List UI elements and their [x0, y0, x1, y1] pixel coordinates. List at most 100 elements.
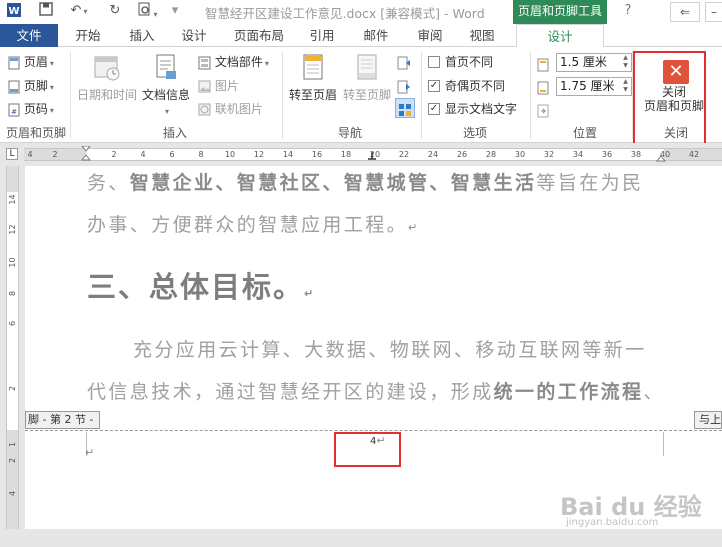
goto-header-button[interactable]: 转至页眉 — [286, 53, 340, 103]
group-label-insert: 插入 — [162, 126, 187, 140]
tab-review[interactable]: 审阅 — [408, 24, 452, 47]
tab-mailings[interactable]: 邮件 — [354, 24, 398, 47]
context-tab-group-label: 页眉和页脚工具 — [513, 0, 607, 24]
insert-alignment-tab-icon[interactable] — [536, 100, 550, 120]
vruler-tick: 6 — [8, 320, 17, 327]
baidu-watermark-url: jingyan.baidu.com — [566, 517, 659, 528]
ruler-tick: 28 — [485, 150, 497, 159]
redo-icon[interactable]: ↻ — [105, 2, 125, 20]
qa-customize-icon[interactable]: ▾ — [168, 2, 182, 20]
document-info-icon — [156, 54, 176, 79]
tab-insert[interactable]: 插入 — [120, 24, 164, 47]
spinner-arrows-icon[interactable]: ▲ ▼ — [621, 78, 630, 95]
tab-header-footer-design[interactable]: 设计 — [516, 24, 604, 48]
vertical-ruler[interactable]: 14 12 10 8 6 2 1 2 4 — [6, 166, 19, 547]
ruler-tick: 10 — [224, 150, 236, 159]
header-position-input[interactable]: 1.5 厘米 ▲ ▼ — [556, 53, 632, 72]
center-tab-icon[interactable] — [368, 152, 376, 160]
document-title: 智慧经开区建设工作意见.docx [兼容模式] - Word — [205, 6, 485, 21]
tab-selector[interactable]: L — [6, 148, 18, 160]
body-line-1: 务、智慧企业、智慧社区、智慧城管、智慧生活等旨在为民 — [87, 172, 644, 194]
previous-section-icon[interactable] — [397, 52, 411, 72]
quick-parts-icon — [198, 56, 211, 69]
ruler-tick: 4 — [140, 150, 146, 159]
goto-footer-button[interactable]: 转至页脚 — [340, 53, 394, 103]
footer-icon — [8, 80, 20, 93]
first-page-different-checkbox[interactable]: 首页不同 — [428, 52, 493, 72]
odd-even-different-checkbox[interactable]: ✓ 奇偶页不同 — [428, 76, 505, 96]
tab-design-doc[interactable]: 设计 — [172, 24, 216, 47]
document-page[interactable]: 务、智慧企业、智慧社区、智慧城管、智慧生活等旨在为民 办事、方便群众的智慧应用工… — [25, 166, 722, 529]
picture-icon — [198, 80, 211, 93]
spinner-arrows-icon[interactable]: ▲ ▼ — [621, 54, 630, 71]
ruler-tick: 18 — [340, 150, 352, 159]
ruler-tick: 34 — [572, 150, 584, 159]
title-bar: W ↶ ▾ ↻ ▾ ▾ 智慧经开区建设工作意见.docx [兼容模式] - Wor… — [0, 0, 722, 24]
ribbon-display-options-icon[interactable]: ⇐ — [670, 2, 700, 22]
online-picture-button[interactable]: 联机图片 — [198, 99, 263, 119]
word-app-icon: W — [4, 2, 24, 20]
group-label-options: 选项 — [462, 126, 487, 140]
show-document-text-checkbox[interactable]: ✓ 显示文档文字 — [428, 99, 517, 119]
footer-boundary — [25, 430, 722, 431]
save-icon[interactable] — [36, 2, 56, 20]
minimize-icon[interactable]: – — [705, 2, 722, 22]
body-line-3: 充分应用云计算、大数据、物联网、移动互联网等新一 — [133, 339, 647, 361]
ruler-tick: 16 — [311, 150, 323, 159]
tab-file[interactable]: 文件 — [0, 24, 58, 47]
calendar-icon — [94, 56, 120, 81]
header-button[interactable]: 页眉 ▾ — [8, 52, 54, 72]
body-line-2: 办事、方便群众的智慧应用工程。↵ — [87, 214, 418, 236]
goto-footer-icon — [357, 54, 377, 80]
tab-page-layout[interactable]: 页面布局 — [226, 24, 292, 47]
page-number-button[interactable]: # 页码 ▾ — [8, 99, 54, 119]
ruler-tick: 24 — [427, 150, 439, 159]
checkmark-icon: ✓ — [428, 79, 440, 92]
doc-parts-button[interactable]: 文档部件 ▾ — [198, 52, 269, 72]
ribbon-tabs: 文件 开始 插入 设计 页面布局 引用 邮件 审阅 视图 设计 — [0, 24, 722, 48]
vruler-tick: 12 — [8, 224, 17, 235]
ruler-tick: 38 — [630, 150, 642, 159]
undo-icon[interactable]: ↶ ▾ — [66, 2, 92, 20]
next-section-icon[interactable] — [397, 76, 411, 96]
doc-info-button[interactable]: 文档信息▾ — [140, 53, 192, 117]
body-line-4: 代信息技术，通过智慧经开区的建设，形成统一的工作流程、 — [87, 381, 665, 403]
tab-home[interactable]: 开始 — [66, 24, 110, 47]
svg-text:#: # — [11, 108, 17, 116]
footer-position-input[interactable]: 1.75 厘米 ▲ ▼ — [556, 77, 632, 96]
margin-corner-mark — [663, 432, 664, 456]
link-to-previous-icon[interactable] — [395, 98, 415, 118]
tab-references[interactable]: 引用 — [300, 24, 344, 47]
ruler-tick: 14 — [282, 150, 294, 159]
horizontal-ruler[interactable]: 4 2 2 4 6 8 10 12 14 16 18 20 22 24 26 2… — [24, 146, 722, 162]
header-icon — [8, 56, 20, 69]
checkbox-unchecked — [428, 55, 440, 68]
picture-button[interactable]: 图片 — [198, 76, 239, 96]
ruler-tick: 4 — [27, 150, 33, 159]
highlight-box-close — [633, 51, 706, 150]
group-label-navigation: 导航 — [337, 126, 362, 140]
vruler-tick: 1 — [8, 441, 17, 448]
ribbon: 页眉 ▾ 页脚 ▾ # 页码 ▾ 页眉和页脚 日期和时间 文档信息▾ 文档部件 ▾ 图片… — [0, 47, 722, 143]
footer-button[interactable]: 页脚 ▾ — [8, 76, 54, 96]
ruler-tick: 30 — [514, 150, 526, 159]
vruler-grey — [7, 166, 18, 192]
tab-view[interactable]: 视图 — [460, 24, 504, 47]
vruler-tick: 8 — [8, 290, 17, 297]
group-label-position: 位置 — [572, 126, 597, 140]
online-picture-icon — [198, 103, 211, 116]
group-separator — [530, 51, 531, 139]
help-icon[interactable]: ? — [620, 2, 636, 20]
ruler-tick: 2 — [111, 150, 117, 159]
vruler-tick: 2 — [8, 457, 17, 464]
indent-marker-icon[interactable] — [81, 146, 91, 162]
same-as-previous-tag: 与上 — [694, 411, 722, 429]
footer-section-tag: 脚 - 第 2 节 - — [25, 411, 101, 429]
ruler-tick: 42 — [688, 150, 700, 159]
print-preview-icon[interactable]: ▾ — [135, 2, 161, 20]
ruler-row: L 4 2 2 4 6 8 10 12 14 16 18 20 22 24 26… — [0, 143, 722, 165]
svg-text:W: W — [8, 6, 19, 17]
right-indent-icon[interactable] — [656, 152, 666, 162]
date-time-button[interactable]: 日期和时间 — [76, 53, 138, 103]
group-separator — [421, 51, 422, 139]
